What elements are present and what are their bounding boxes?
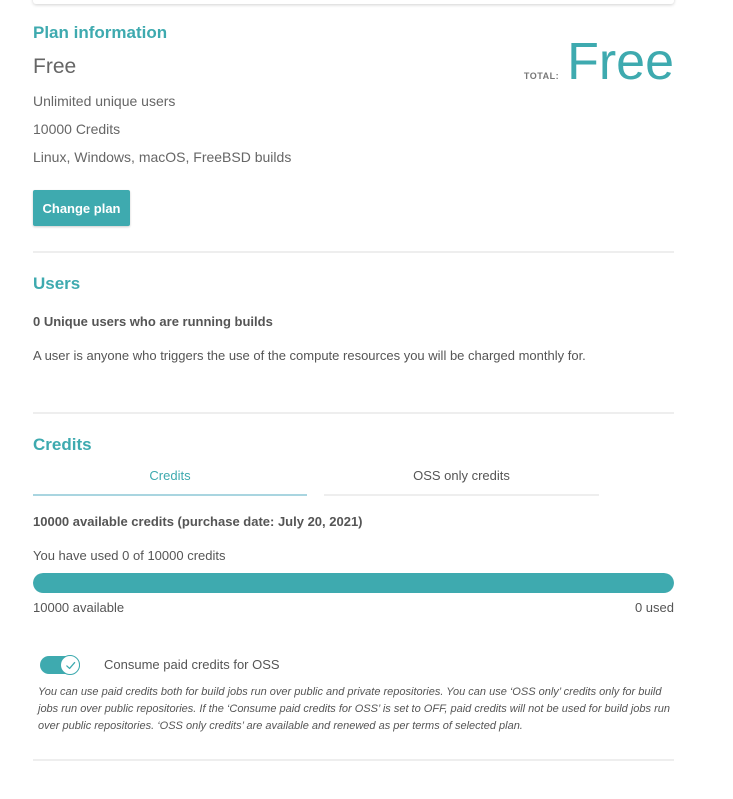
plan-section-title: Plan information <box>33 23 168 42</box>
credits-progress-bar <box>33 573 674 593</box>
change-plan-button[interactable]: Change plan <box>33 190 130 226</box>
toggle-label: Consume paid credits for OSS <box>104 657 280 672</box>
available-label: 10000 available <box>33 600 125 615</box>
used-label: 0 used <box>634 600 674 615</box>
oss-credits-note: You can use paid credits both for build … <box>38 686 670 732</box>
unique-users-count: 0 Unique users who are running builds <box>33 314 273 329</box>
credits-details: 10000 available credits (purchase date: … <box>33 510 674 620</box>
plan-total: TOTAL: Free <box>524 32 674 92</box>
tab-oss-only-credits[interactable]: OSS only credits <box>324 462 599 496</box>
users-section: Users 0 Unique users who are running bui… <box>33 252 674 412</box>
plan-feature-users: Unlimited unique users <box>33 93 176 109</box>
check-icon <box>65 661 75 669</box>
toggle-knob <box>60 655 80 675</box>
credits-progress-fill <box>33 573 674 593</box>
total-label: TOTAL: <box>523 71 560 81</box>
users-section-title: Users <box>33 274 81 293</box>
consume-paid-credits-toggle[interactable] <box>40 655 80 675</box>
credits-section-title: Credits <box>33 435 92 454</box>
plan-name: Free <box>33 55 77 78</box>
total-value: Free <box>567 33 674 91</box>
plan-feature-builds: Linux, Windows, macOS, FreeBSD builds <box>33 149 292 165</box>
plan-feature-credits: 10000 Credits <box>33 121 121 137</box>
credits-usage-line: You have used 0 of 10000 credits <box>33 548 226 563</box>
billing-page: Plan information Free Unlimited unique u… <box>0 0 733 799</box>
plan-section: Plan information Free Unlimited unique u… <box>33 0 674 240</box>
tab-credits[interactable]: Credits <box>33 462 307 496</box>
available-credits-line: 10000 available credits (purchase date: … <box>33 514 363 529</box>
divider <box>33 759 674 761</box>
users-description: A user is anyone who triggers the use of… <box>33 348 586 363</box>
